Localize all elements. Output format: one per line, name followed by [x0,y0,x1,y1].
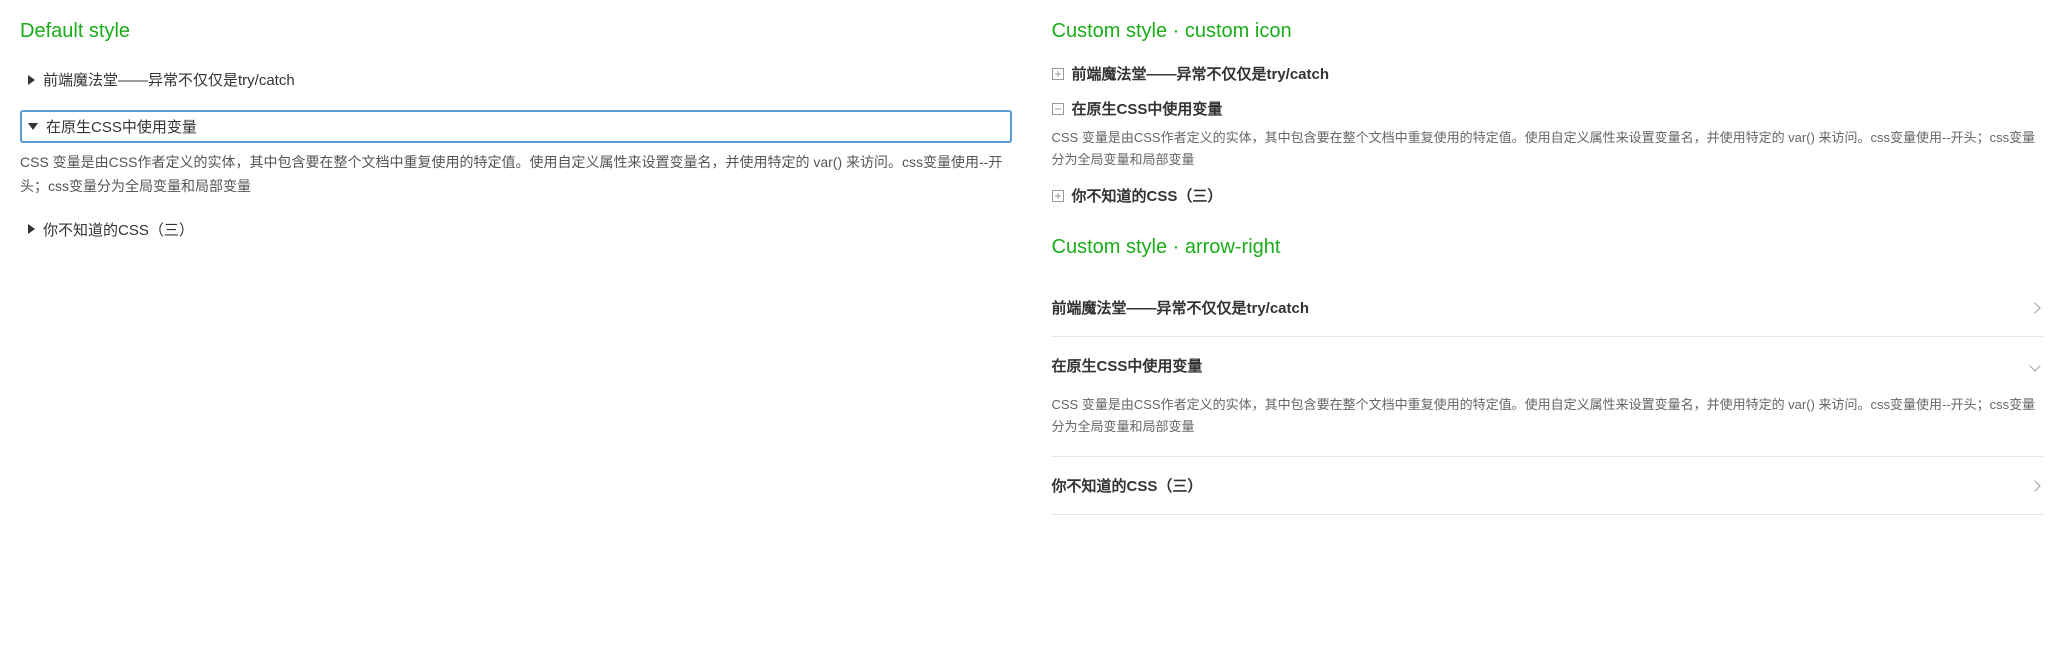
section-title-default: Default style [20,20,1012,43]
chevron-right-icon [2029,480,2040,491]
collapse-title: 在原生CSS中使用变量 [1072,98,1223,119]
collapse-summary[interactable]: 在原生CSS中使用变量 [1052,98,2044,119]
chevron-right-icon [2029,302,2040,313]
collapse-item: 前端魔法堂——异常不仅仅是try/catch [1052,63,2044,84]
collapse-title: 前端魔法堂——异常不仅仅是try/catch [43,69,295,90]
collapse-summary[interactable]: 前端魔法堂——异常不仅仅是try/catch [20,63,1012,96]
section-title-custom-icon: Custom style · custom icon [1052,20,2044,43]
collapse-content: CSS 变量是由CSS作者定义的实体，其中包含要在整个文档中重复使用的特定值。使… [1052,394,2044,456]
collapse-title: 前端魔法堂——异常不仅仅是try/catch [1052,297,1310,318]
collapse-title: 在原生CSS中使用变量 [46,116,197,137]
collapse-item: 在原生CSS中使用变量 CSS 变量是由CSS作者定义的实体，其中包含要在整个文… [1052,98,2044,171]
collapse-title: 你不知道的CSS（三） [1072,185,1223,206]
triangle-down-icon [28,123,38,130]
triangle-right-icon [28,224,35,234]
collapse-content: CSS 变量是由CSS作者定义的实体，其中包含要在整个文档中重复使用的特定值。使… [1052,127,2044,171]
section-title-arrow-right: Custom style · arrow-right [1052,236,2044,259]
collapse-title: 你不知道的CSS（三） [43,219,194,240]
collapse-summary[interactable]: 你不知道的CSS（三） [1052,185,2044,206]
plus-box-icon [1052,68,1064,80]
collapse-summary[interactable]: 你不知道的CSS（三） [20,213,1012,246]
collapse-item: 前端魔法堂——异常不仅仅是try/catch [1052,279,2044,337]
collapse-title: 在原生CSS中使用变量 [1052,355,1203,376]
default-style-section: Default style 前端魔法堂——异常不仅仅是try/catch 在原生… [20,20,1012,515]
collapse-title: 前端魔法堂——异常不仅仅是try/catch [1072,63,1330,84]
collapse-content: CSS 变量是由CSS作者定义的实体，其中包含要在整个文档中重复使用的特定值。使… [20,151,1012,199]
collapse-item: 你不知道的CSS（三） [20,213,1012,246]
collapse-item: 你不知道的CSS（三） [1052,457,2044,515]
minus-box-icon [1052,103,1064,115]
collapse-title: 你不知道的CSS（三） [1052,475,1203,496]
chevron-down-icon [2029,360,2040,371]
custom-styles-column: Custom style · custom icon 前端魔法堂——异常不仅仅是… [1052,20,2044,515]
collapse-summary[interactable]: 你不知道的CSS（三） [1052,457,2044,514]
collapse-summary[interactable]: 前端魔法堂——异常不仅仅是try/catch [1052,279,2044,336]
collapse-summary[interactable]: 前端魔法堂——异常不仅仅是try/catch [1052,63,2044,84]
triangle-right-icon [28,75,35,85]
collapse-summary[interactable]: 在原生CSS中使用变量 [1052,337,2044,394]
collapse-item: 前端魔法堂——异常不仅仅是try/catch [20,63,1012,96]
plus-box-icon [1052,190,1064,202]
collapse-summary[interactable]: 在原生CSS中使用变量 [20,110,1012,143]
collapse-item: 在原生CSS中使用变量 CSS 变量是由CSS作者定义的实体，其中包含要在整个文… [1052,337,2044,457]
collapse-item: 在原生CSS中使用变量 CSS 变量是由CSS作者定义的实体，其中包含要在整个文… [20,110,1012,199]
collapse-item: 你不知道的CSS（三） [1052,185,2044,206]
